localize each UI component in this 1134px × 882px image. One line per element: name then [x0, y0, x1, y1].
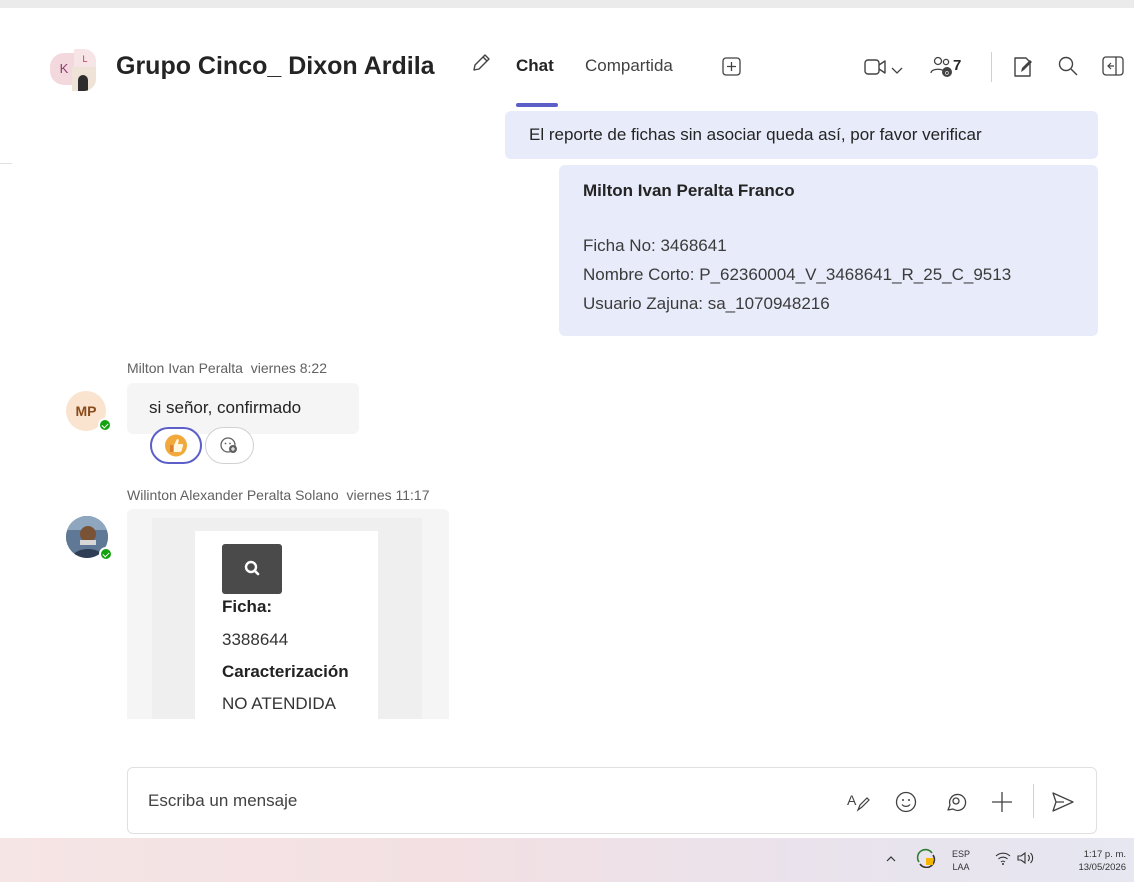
language-code: ESP — [952, 849, 971, 859]
message-line-ficha: Ficha No: 3468641 — [583, 236, 727, 255]
svg-text:o: o — [945, 70, 949, 77]
card-field-value: 3388644 — [222, 630, 289, 649]
volume-icon[interactable] — [1016, 850, 1036, 871]
message-person-name: Milton Ivan Peralta Franco — [583, 181, 795, 200]
notes-icon[interactable] — [1011, 55, 1035, 84]
wifi-icon[interactable] — [994, 850, 1012, 871]
clock-date: 13/05/2026 — [1078, 862, 1126, 873]
like-reaction-button[interactable] — [150, 427, 202, 464]
thumbs-up-icon — [165, 434, 187, 457]
presence-available-icon — [98, 418, 112, 432]
message-time: viernes 11:17 — [346, 487, 430, 503]
format-icon[interactable]: A — [846, 790, 872, 819]
search-icon[interactable] — [1057, 55, 1079, 82]
own-message-bubble-details[interactable]: Milton Ivan Peralta Franco Ficha No: 346… — [559, 165, 1098, 336]
sync-icon[interactable] — [915, 848, 937, 873]
loop-icon[interactable] — [944, 790, 968, 819]
add-tab-icon[interactable] — [722, 57, 741, 76]
message-line-nombre-corto: Nombre Corto: P_62360004_V_3468641_R_25_… — [583, 265, 1012, 284]
svg-text:A: A — [847, 792, 857, 808]
compose-divider — [1033, 784, 1034, 818]
edit-icon[interactable] — [470, 52, 492, 74]
layout-code: LAA — [952, 862, 970, 872]
message-time: viernes 8:22 — [250, 360, 328, 376]
attachment-search-button — [222, 544, 282, 594]
own-message-bubble[interactable]: El reporte de fichas sin asociar queda a… — [505, 111, 1098, 159]
card-field-label: Caracterización — [222, 662, 349, 681]
compose-box: A — [127, 767, 1097, 834]
left-divider — [0, 163, 12, 164]
group-avatar-initial-l: L — [74, 49, 96, 69]
chat-header: K L Grupo Cinco_ Dixon Ardila Chat Compa… — [0, 8, 1134, 108]
keyboard-language[interactable]: ESP LAA — [952, 848, 970, 874]
side-panel-icon[interactable] — [1102, 56, 1124, 81]
send-icon[interactable] — [1050, 790, 1076, 819]
windows-taskbar: ESP LAA 1:17 p. m. 13/05/2026 — [0, 838, 1134, 882]
message-line-usuario: Usuario Zajuna: sa_1070948216 — [583, 294, 830, 313]
emoji-icon[interactable] — [894, 790, 918, 819]
group-avatar[interactable]: K L — [50, 45, 98, 93]
message-input[interactable] — [148, 768, 748, 833]
video-call-icon[interactable] — [864, 58, 888, 81]
message-sender-line: Wilinton Alexander Peralta Solano vierne… — [127, 487, 429, 503]
chevron-down-icon[interactable] — [890, 62, 904, 80]
window-top-strip — [0, 0, 1134, 8]
sender-name: Wilinton Alexander Peralta Solano — [127, 487, 339, 503]
clock-time: 1:17 p. m. — [1083, 849, 1126, 860]
image-attachment[interactable]: Ficha: 3388644 Caracterización NO ATENDI… — [127, 509, 449, 719]
add-reaction-button[interactable] — [205, 427, 254, 464]
group-avatar-photo — [72, 67, 96, 91]
header-divider — [991, 52, 992, 82]
plus-icon[interactable] — [990, 790, 1014, 819]
tab-compartida[interactable]: Compartida — [585, 56, 673, 76]
card-field-value: NO ATENDIDA — [222, 694, 336, 713]
sender-name: Milton Ivan Peralta — [127, 360, 243, 376]
tab-chat-active-indicator — [516, 103, 558, 107]
people-icon[interactable]: o — [929, 55, 953, 84]
received-message-bubble[interactable]: si señor, confirmado — [127, 383, 359, 434]
add-reaction-icon — [220, 437, 237, 453]
participants-count[interactable]: 7 — [953, 57, 961, 74]
search-icon — [244, 560, 260, 576]
message-sender-line: Milton Ivan Peralta viernes 8:22 — [127, 360, 327, 376]
system-clock[interactable]: 1:17 p. m. 13/05/2026 — [1056, 848, 1126, 874]
tab-chat[interactable]: Chat — [516, 56, 554, 76]
card-field-label: Ficha: — [222, 597, 273, 616]
presence-available-icon — [99, 547, 113, 561]
chevron-up-icon[interactable] — [884, 852, 898, 871]
chat-title: Grupo Cinco_ Dixon Ardila — [116, 52, 435, 80]
